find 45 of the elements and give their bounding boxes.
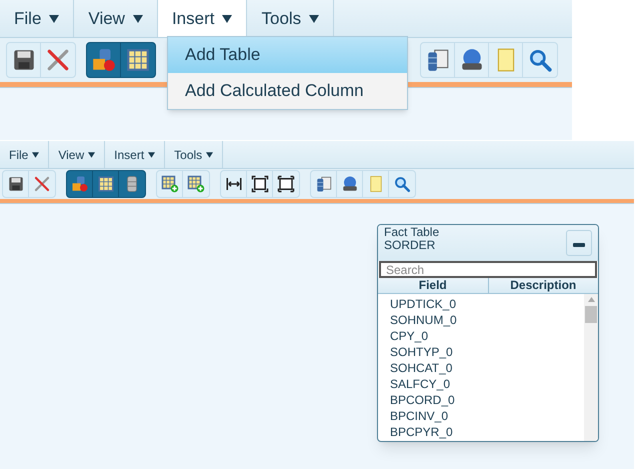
field-name[interactable]: BPCORD_0	[390, 392, 584, 408]
fit-page-icon	[250, 175, 268, 193]
caret-icon	[49, 14, 60, 22]
caret-icon	[206, 152, 214, 158]
field-name[interactable]: SALFCY_0	[390, 376, 584, 392]
table-name: SORDER	[384, 239, 436, 252]
field-name[interactable]: SOHTYP_0	[390, 344, 584, 360]
scroll-up-arrow-icon	[588, 297, 594, 302]
column-header[interactable]: Field	[378, 278, 488, 293]
field-name[interactable]: BPCINV_0	[390, 408, 584, 424]
grid-icon	[96, 175, 114, 193]
menu-item[interactable]: Insert	[105, 141, 166, 168]
grid-icon	[125, 47, 151, 73]
menu-item[interactable]: Tools	[165, 141, 224, 168]
menu-item[interactable]: File	[0, 141, 50, 168]
dropdown-item[interactable]: Add Calculated Column	[168, 73, 407, 109]
search-field[interactable]: Search	[379, 261, 597, 278]
menu-item[interactable]: View	[49, 141, 106, 168]
caret-icon	[88, 152, 96, 158]
column-header[interactable]: Description	[488, 278, 598, 293]
menu-item[interactable]: File	[0, 0, 74, 37]
caret-icon	[309, 14, 320, 22]
minimize-button[interactable]	[566, 230, 592, 256]
dropdown-item[interactable]: Add Table	[168, 37, 407, 73]
caret-icon	[32, 152, 40, 158]
database-list-icon	[314, 175, 332, 193]
minimize-icon	[573, 243, 585, 247]
field-name[interactable]: UPDTICK_0	[390, 296, 584, 312]
caret-icon	[148, 152, 156, 158]
caret-icon	[132, 14, 143, 22]
field-name[interactable]: SOHNUM_0	[390, 312, 584, 328]
menu-item[interactable]: Insert	[158, 0, 248, 37]
panel-title: Fact Table	[384, 226, 440, 239]
grid-plus-icon	[160, 175, 178, 193]
fit-both-icon	[277, 175, 295, 193]
caret-icon	[222, 14, 232, 22]
fit-width-icon	[224, 175, 242, 193]
database-shapes-icon	[70, 175, 88, 193]
search-icon	[393, 175, 411, 193]
field-name[interactable]: SOHCAT_0	[390, 360, 584, 376]
search-icon	[527, 47, 553, 73]
database-shapes-icon	[90, 47, 116, 73]
field-name[interactable]: CPY_0	[390, 328, 584, 344]
scrollbar-thumb[interactable]	[585, 306, 597, 323]
field-name[interactable]: BPCPYR_0	[390, 424, 584, 440]
